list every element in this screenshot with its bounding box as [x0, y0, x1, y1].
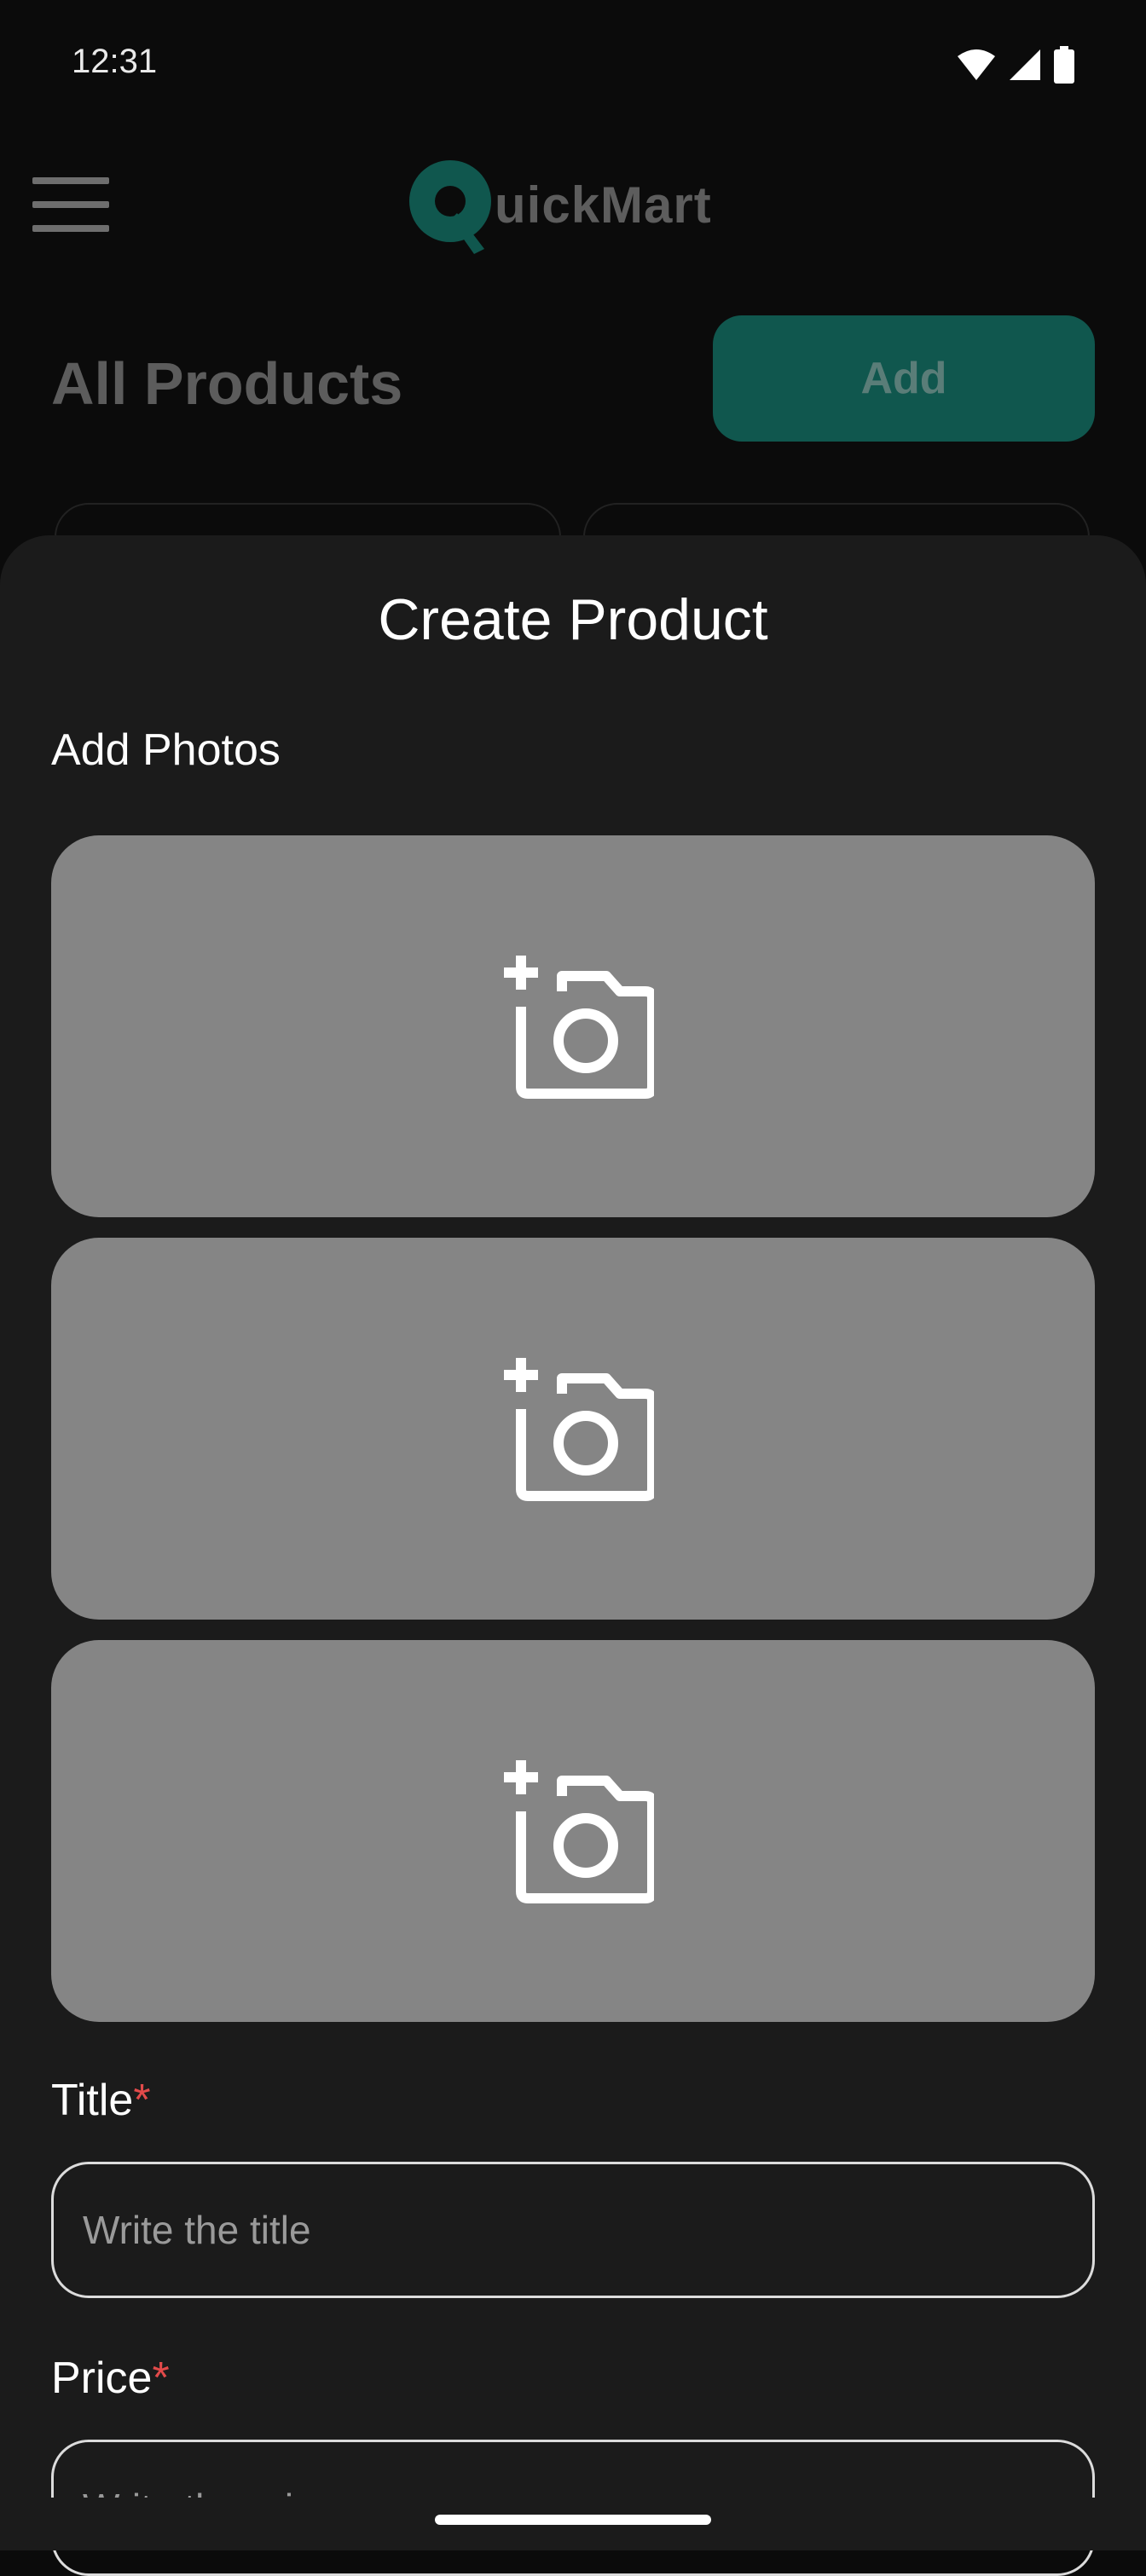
- wifi-icon: [958, 49, 995, 80]
- title-input[interactable]: [51, 2162, 1095, 2298]
- required-mark: *: [133, 2076, 151, 2125]
- app-bar: uickMart: [0, 128, 1146, 281]
- price-label-text: Price: [51, 2354, 153, 2403]
- required-mark: *: [152, 2354, 170, 2403]
- logo-q-icon: [409, 160, 491, 254]
- add-photo-icon: [504, 1358, 654, 1501]
- create-product-sheet: Create Product Add Photos Title* Price*: [0, 535, 1146, 2576]
- page-title: All Products: [51, 350, 403, 417]
- signal-icon: [1010, 49, 1040, 80]
- price-label: Price*: [51, 2353, 170, 2404]
- title-label: Title*: [51, 2075, 151, 2126]
- photo-slot[interactable]: [51, 835, 1095, 1217]
- add-photos-label: Add Photos: [51, 725, 281, 775]
- home-indicator[interactable]: [435, 2515, 711, 2525]
- logo-text: uickMart: [495, 176, 712, 234]
- photo-slot[interactable]: [51, 1640, 1095, 2022]
- add-product-button[interactable]: Add: [713, 315, 1095, 442]
- title-label-text: Title: [51, 2076, 134, 2125]
- sheet-title: Create Product: [378, 587, 768, 652]
- status-icons: [957, 46, 1074, 84]
- battery-icon: [1054, 46, 1074, 84]
- app-logo: uickMart: [406, 153, 712, 256]
- add-photo-icon: [504, 956, 654, 1099]
- menu-icon[interactable]: [32, 177, 109, 232]
- status-bar: 12:31: [0, 0, 1146, 128]
- products-header: All Products Add: [0, 307, 1146, 443]
- photo-slot[interactable]: [51, 1238, 1095, 1620]
- status-time: 12:31: [72, 43, 158, 80]
- add-photo-icon: [504, 1760, 654, 1903]
